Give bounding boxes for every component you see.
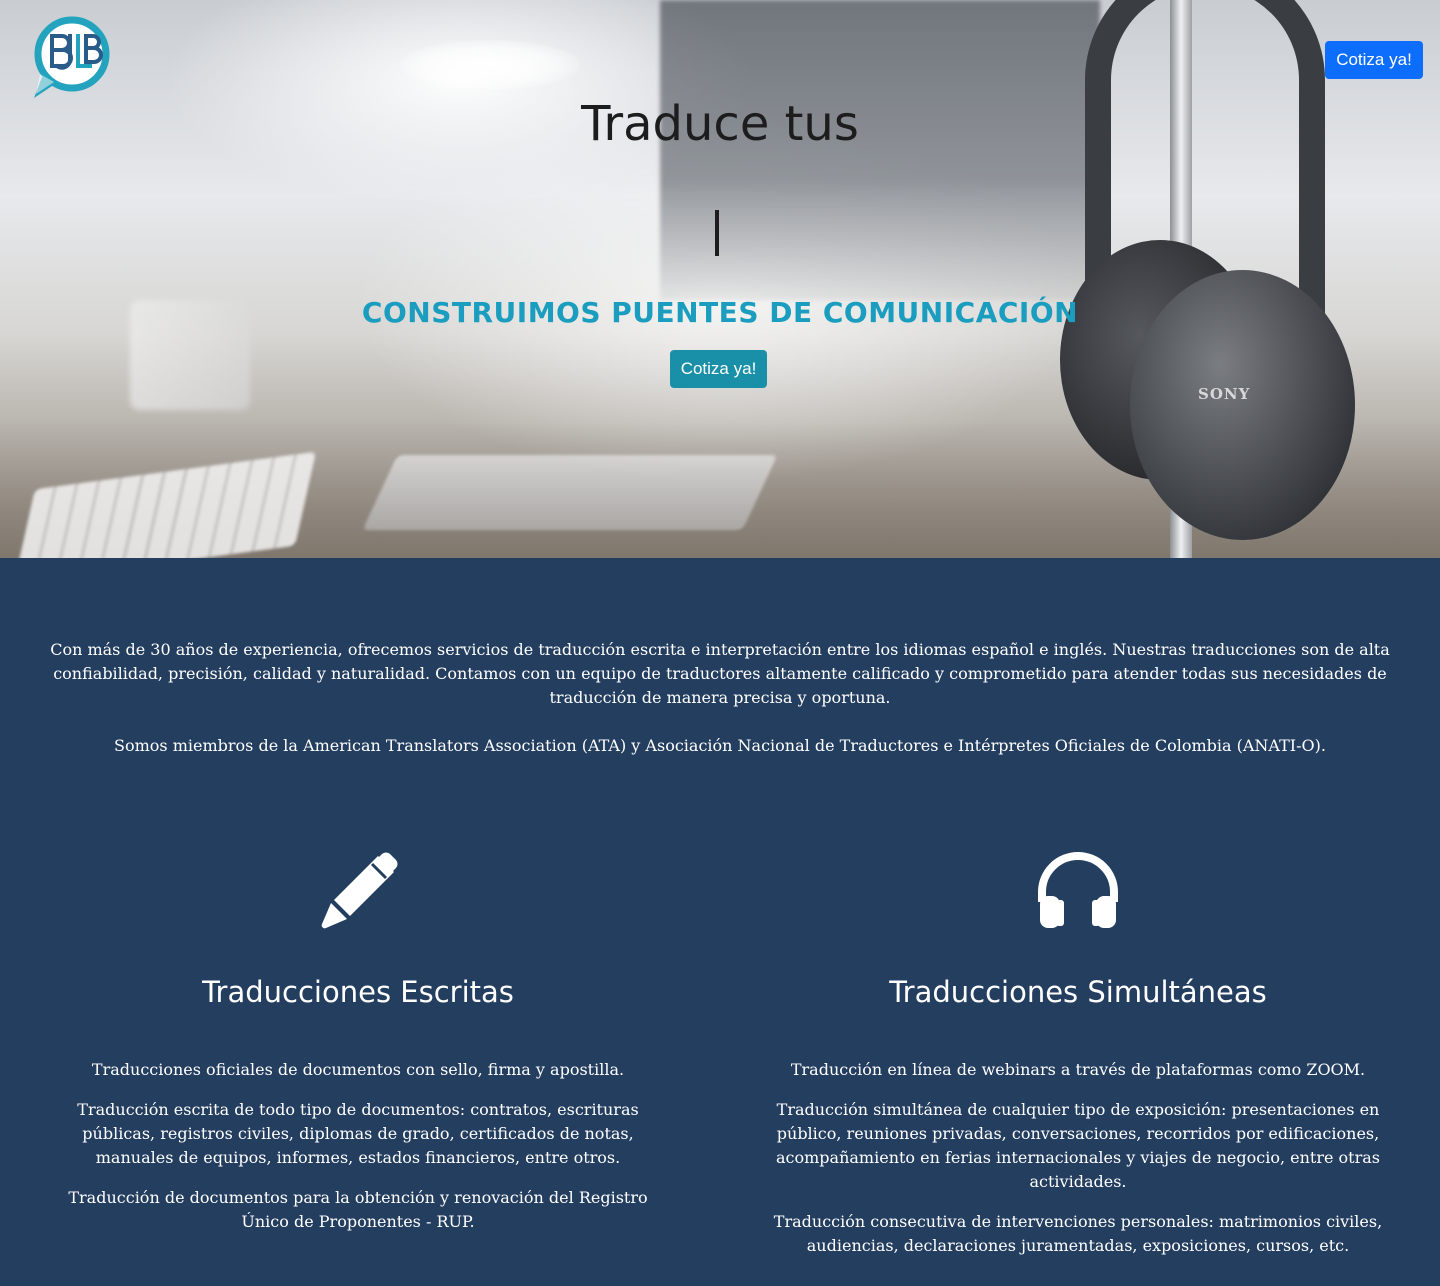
about-section: Con más de 30 años de experiencia, ofrec… <box>0 558 1440 1286</box>
hero-section: SONY Cotiza ya! Traduce tus CONSTRUIMOS … <box>0 0 1440 558</box>
service-simultaneous-translation: Traducciones Simultáneas Traducción en l… <box>768 850 1388 1258</box>
service-item: Traducción en línea de webinars a través… <box>790 1060 1366 1079</box>
typing-cursor <box>715 210 719 256</box>
service-title: Traducciones Escritas <box>202 975 514 1009</box>
logo-icon <box>34 16 110 98</box>
brand-logo[interactable] <box>30 14 112 100</box>
hero-quote-button[interactable]: Cotiza ya! <box>670 350 767 388</box>
hero-title: Traduce tus <box>581 96 859 152</box>
service-description: Traducciones oficiales de documentos con… <box>48 1058 668 1234</box>
service-item: Traducción de documentos para la obtenci… <box>68 1188 648 1231</box>
service-written-translation: Traducciones Escritas Traducciones ofici… <box>48 850 668 1234</box>
background-tablet <box>362 455 778 530</box>
intro-text: Con más de 30 años de experiencia, ofrec… <box>48 638 1392 758</box>
header-quote-button[interactable]: Cotiza ya! <box>1325 41 1423 79</box>
service-item: Traducción escrita de todo tipo de docum… <box>77 1100 639 1167</box>
headphones-icon <box>1038 852 1118 928</box>
service-description: Traducción en línea de webinars a través… <box>768 1058 1388 1258</box>
intro-paragraph: Con más de 30 años de experiencia, ofrec… <box>50 640 1390 707</box>
lamp-light <box>400 40 580 90</box>
hero-subtitle: CONSTRUIMOS PUENTES DE COMUNICACIÓN <box>361 296 1079 329</box>
service-title: Traducciones Simultáneas <box>889 975 1267 1009</box>
background-brand-text: SONY <box>1198 385 1251 403</box>
service-item: Traducción simultánea de cualquier tipo … <box>776 1100 1380 1191</box>
service-item: Traducción consecutiva de intervenciones… <box>773 1212 1383 1255</box>
membership-paragraph: Somos miembros de la American Translator… <box>114 736 1326 755</box>
pencil-icon <box>321 852 398 929</box>
service-item: Traducciones oficiales de documentos con… <box>91 1060 625 1079</box>
